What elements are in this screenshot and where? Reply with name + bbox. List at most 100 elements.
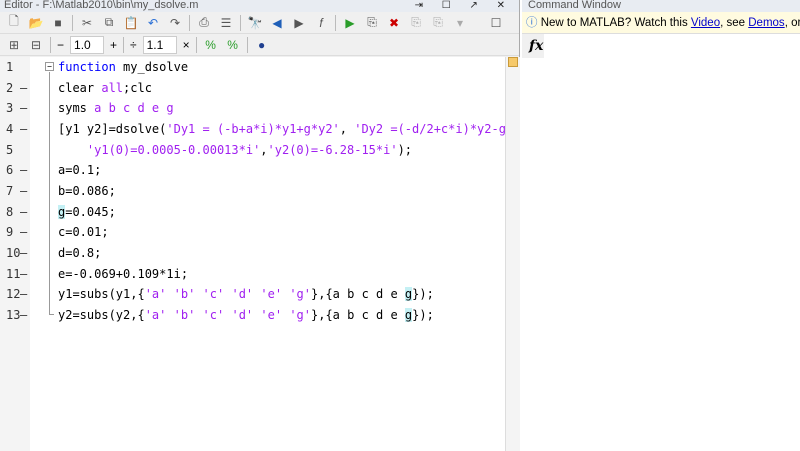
line-number: 12 (6, 287, 21, 302)
editor-titlebar: Editor - F:\Matlab2010\bin\my_dsolve.m ⇥… (0, 0, 519, 12)
code-token: 'e' (260, 308, 283, 323)
increment-button[interactable]: + (110, 38, 117, 52)
new-file-icon[interactable]: 🗋 (6, 14, 22, 31)
breakpoint-icon[interactable]: ⎘ (364, 15, 380, 31)
code-text: g=0.045; (58, 202, 116, 222)
code-line[interactable]: 3– syms a b c d e g (0, 98, 505, 118)
paste-icon[interactable]: 📋 (123, 15, 139, 31)
help-icon[interactable]: ● (254, 37, 270, 53)
code-token: 'g' (289, 308, 311, 323)
breakpoint-marker[interactable]: – (20, 202, 27, 222)
code-token: 'a' (144, 287, 167, 302)
demos-link[interactable]: Demos (748, 17, 784, 29)
line-number: 6 (6, 163, 14, 178)
warning-indicator[interactable] (508, 57, 518, 67)
divide-button[interactable]: ÷ (130, 38, 137, 52)
divide-value-input[interactable]: 1.1 (142, 35, 177, 54)
breakpoint-marker[interactable]: – (20, 284, 27, 304)
code-text: clear all;clc (58, 78, 152, 98)
breakpoint-marker[interactable]: – (20, 119, 27, 139)
save-icon[interactable]: ■ (50, 15, 66, 31)
undo-icon[interactable]: ↶ (145, 15, 161, 31)
code-line[interactable]: 10– d=0.8; (0, 243, 505, 263)
code-line[interactable]: 11– e=-0.069+0.109*1i; (0, 264, 505, 284)
code-token: y2=subs(y2,{ (58, 308, 145, 323)
open-folder-icon[interactable]: 📂 (28, 15, 44, 31)
redo-icon[interactable]: ↷ (167, 15, 183, 31)
breakpoint-marker[interactable]: – (20, 222, 27, 242)
breakpoint-marker[interactable]: – (20, 181, 27, 201)
code-line[interactable]: 2– clear all;clc (0, 78, 505, 98)
insert-cell-icon[interactable]: ⊞ (6, 37, 22, 53)
line-number: 2 (6, 80, 14, 95)
breakpoint-marker[interactable]: – (20, 98, 27, 118)
banner-text: , or re (784, 17, 800, 29)
code-token: b=0.086; (58, 184, 116, 199)
step-icon[interactable]: ⎘ (408, 15, 424, 31)
breakpoint-marker[interactable]: – (20, 243, 27, 263)
find-icon[interactable]: 🔭 (247, 15, 263, 31)
code-line[interactable]: 6– a=0.1; (0, 160, 505, 180)
video-link[interactable]: Video (691, 17, 720, 29)
code-text: b=0.086; (58, 181, 116, 201)
breakpoint-marker[interactable]: – (20, 264, 27, 284)
command-window-title: Command Window (522, 0, 800, 12)
code-token: },{a b c d e (311, 287, 405, 302)
editor-title: Editor - F:\Matlab2010\bin\my_dsolve.m (4, 0, 199, 11)
code-line[interactable]: 1 function my_dsolve (0, 57, 505, 77)
breakpoint-marker[interactable]: – (20, 305, 27, 325)
editor-panel: Editor - F:\Matlab2010\bin\my_dsolve.m ⇥… (0, 0, 520, 451)
code-line[interactable]: 7– b=0.086; (0, 181, 505, 201)
fold-line (49, 72, 54, 315)
info-banner: ⓘ New to MATLAB? Watch this Video, see D… (522, 12, 800, 34)
function-icon[interactable]: f (313, 15, 329, 31)
code-area[interactable]: 1 function my_dsolve 2– clear all;clc 3– syms… (0, 57, 520, 451)
code-line[interactable]: 8– g=0.045; (0, 202, 505, 222)
code-line[interactable]: 4– [y1 y2]=dsolve('Dy1 = (-b+a*i)*y1+g*y2… (0, 119, 505, 139)
breakpoint-marker[interactable]: – (20, 160, 27, 180)
comment-icon[interactable]: % (203, 37, 219, 53)
back-icon[interactable]: ◀ (269, 15, 285, 31)
code-line[interactable]: 12– y1=subs(y1,{'a' 'b' 'c' 'd' 'e' 'g'},… (0, 284, 505, 304)
code-line[interactable]: 13– y2=subs(y2,{'a' 'b' 'c' 'd' 'e' 'g'},… (0, 305, 505, 325)
step-in-icon[interactable]: ⎘ (430, 15, 446, 31)
multiply-button[interactable]: × (183, 38, 190, 52)
clear-breakpoints-icon[interactable]: ✖ (386, 15, 402, 31)
fold-toggle-icon[interactable]: − (45, 62, 54, 71)
stack-dropdown-icon[interactable]: ▾ (452, 15, 468, 31)
code-token: 'd' (231, 308, 254, 323)
layout-icon[interactable]: ☐ (488, 15, 504, 31)
code-text: syms a b c d e g (58, 98, 174, 118)
forward-icon[interactable]: ▶ (291, 15, 307, 31)
decrement-button[interactable]: − (57, 38, 64, 52)
cell-icon[interactable]: ⊟ (28, 37, 44, 53)
code-token: =0.045; (65, 204, 116, 219)
window-controls[interactable]: ⇥ ☐ ↗ ✕ (415, 0, 513, 11)
decrement-value-input[interactable]: 1.0 (70, 35, 105, 54)
run-icon[interactable]: ▶ (342, 15, 358, 31)
line-number: 3 (6, 101, 14, 116)
code-token: a=0.1; (58, 163, 102, 178)
code-token: clear (58, 80, 102, 95)
print-icon[interactable]: ⎙ (196, 15, 212, 31)
function-browser-button[interactable]: fx (522, 34, 544, 58)
publish-icon[interactable]: ☰ (218, 15, 234, 31)
code-token: , (339, 122, 355, 136)
code-line[interactable]: 9– c=0.01; (0, 222, 505, 242)
copy-icon[interactable]: ⧉ (101, 15, 117, 31)
code-line[interactable]: 5 'y1(0)=0.0005-0.00013*i','y2(0)=-6.28-… (0, 140, 505, 160)
code-token: 'g' (289, 287, 311, 302)
info-icon: ⓘ (526, 17, 538, 29)
breakpoint-marker[interactable]: – (20, 78, 27, 98)
code-token: d=0.8; (58, 246, 102, 261)
cut-icon[interactable]: ✂ (79, 15, 95, 31)
uncomment-icon[interactable]: % (225, 37, 241, 53)
line-number: 4 (6, 122, 14, 136)
code-token: my_dsolve (115, 60, 189, 74)
cell-toolbar: ⊞ ⊟ − 1.0 + ÷ 1.1 × % % ● (0, 34, 519, 56)
code-token: all (101, 80, 124, 95)
code-token: 'y1(0)=0.0005-0.00013*i' (86, 142, 261, 157)
